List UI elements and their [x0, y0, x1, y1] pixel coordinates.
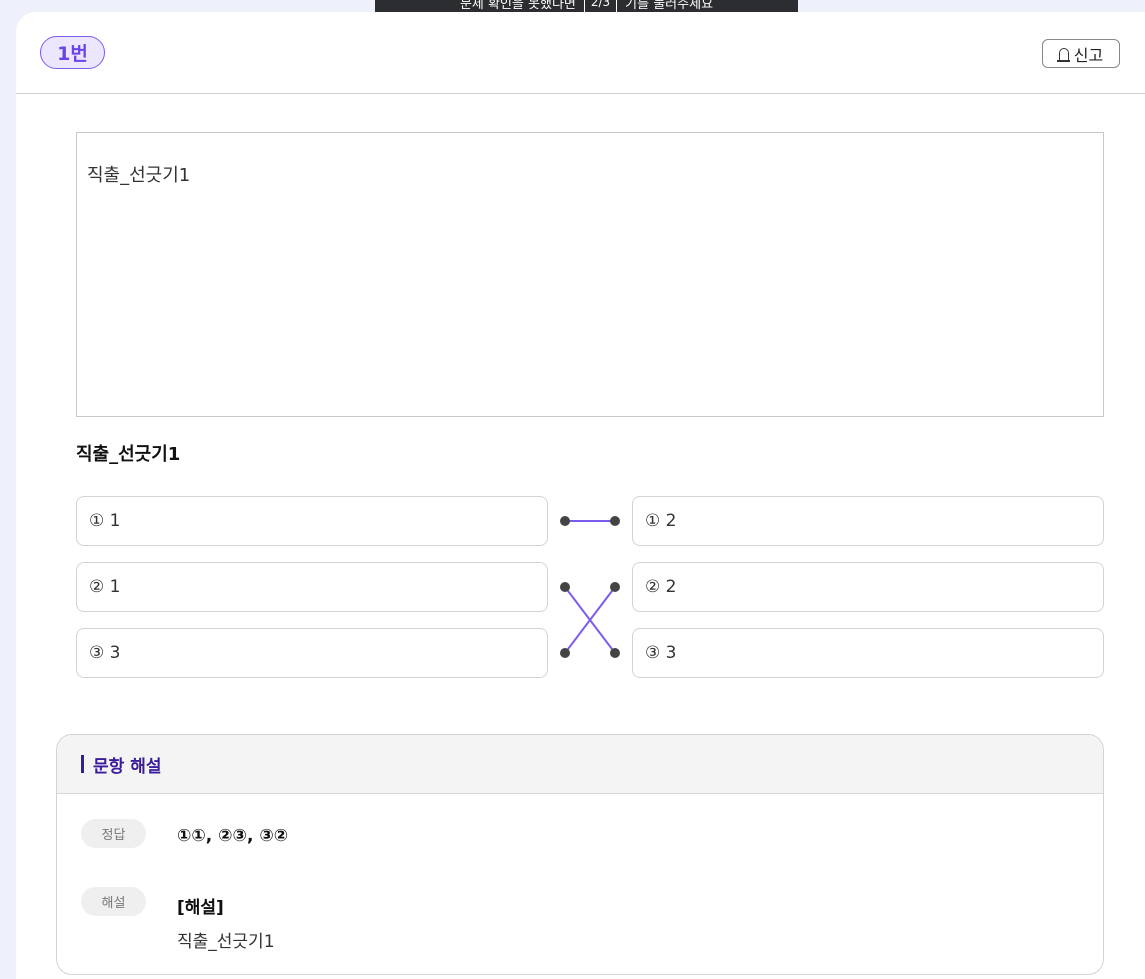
left-option-label: ① 1 [89, 511, 121, 531]
explanation-header: 문항 해설 [57, 735, 1103, 794]
answer-pill: 정답 [81, 819, 146, 848]
explanation-panel: 문항 해설 정답 ①①, ②③, ③② 해설 [해설] 직출_선긋기1 [56, 734, 1104, 975]
left-match-dot-3[interactable] [560, 648, 570, 658]
question-header: 1번 신고 [16, 12, 1145, 94]
left-option-1[interactable]: ① 1 [76, 496, 548, 546]
right-option-1[interactable]: ① 2 [632, 496, 1104, 546]
question-card: 1번 신고 직출_선긋기1 직출_선긋기1 ① 1 ② 1 ③ 3 ① 2 ② … [16, 12, 1145, 979]
left-match-dot-2[interactable] [560, 582, 570, 592]
bell-icon [1056, 47, 1070, 62]
left-option-2[interactable]: ② 1 [76, 562, 548, 612]
explanation-title: 문항 해설 [93, 756, 162, 777]
right-option-label: ② 2 [645, 577, 677, 597]
right-option-label: ① 2 [645, 511, 677, 531]
report-label: 신고 [1073, 45, 1104, 65]
toast-tail: 기를 눌러주세요 [625, 0, 714, 12]
passage-box: 직출_선긋기1 [76, 132, 1104, 417]
left-match-dot-1[interactable] [560, 516, 570, 526]
title-bar-icon [81, 755, 84, 773]
right-option-label: ③ 3 [645, 643, 677, 663]
left-option-3[interactable]: ③ 3 [76, 628, 548, 678]
left-option-label: ③ 3 [89, 643, 121, 663]
toast-text: 문제 확인을 못했다면 [459, 0, 576, 12]
answer-text: ①①, ②③, ③② [177, 826, 289, 846]
commentary-heading: [해설] [177, 898, 224, 918]
commentary-text: 직출_선긋기1 [177, 932, 275, 952]
right-match-dot-3[interactable] [610, 648, 620, 658]
question-number-badge: 1번 [40, 36, 105, 69]
report-button[interactable]: 신고 [1042, 39, 1120, 68]
right-option-3[interactable]: ③ 3 [632, 628, 1104, 678]
passage-text: 직출_선긋기1 [87, 165, 191, 186]
commentary-pill: 해설 [81, 887, 146, 916]
right-match-dot-2[interactable] [610, 582, 620, 592]
match-lines [560, 516, 620, 658]
left-option-label: ② 1 [89, 577, 121, 597]
question-prompt: 직출_선긋기1 [76, 444, 181, 465]
right-match-dot-1[interactable] [610, 516, 620, 526]
right-option-2[interactable]: ② 2 [632, 562, 1104, 612]
